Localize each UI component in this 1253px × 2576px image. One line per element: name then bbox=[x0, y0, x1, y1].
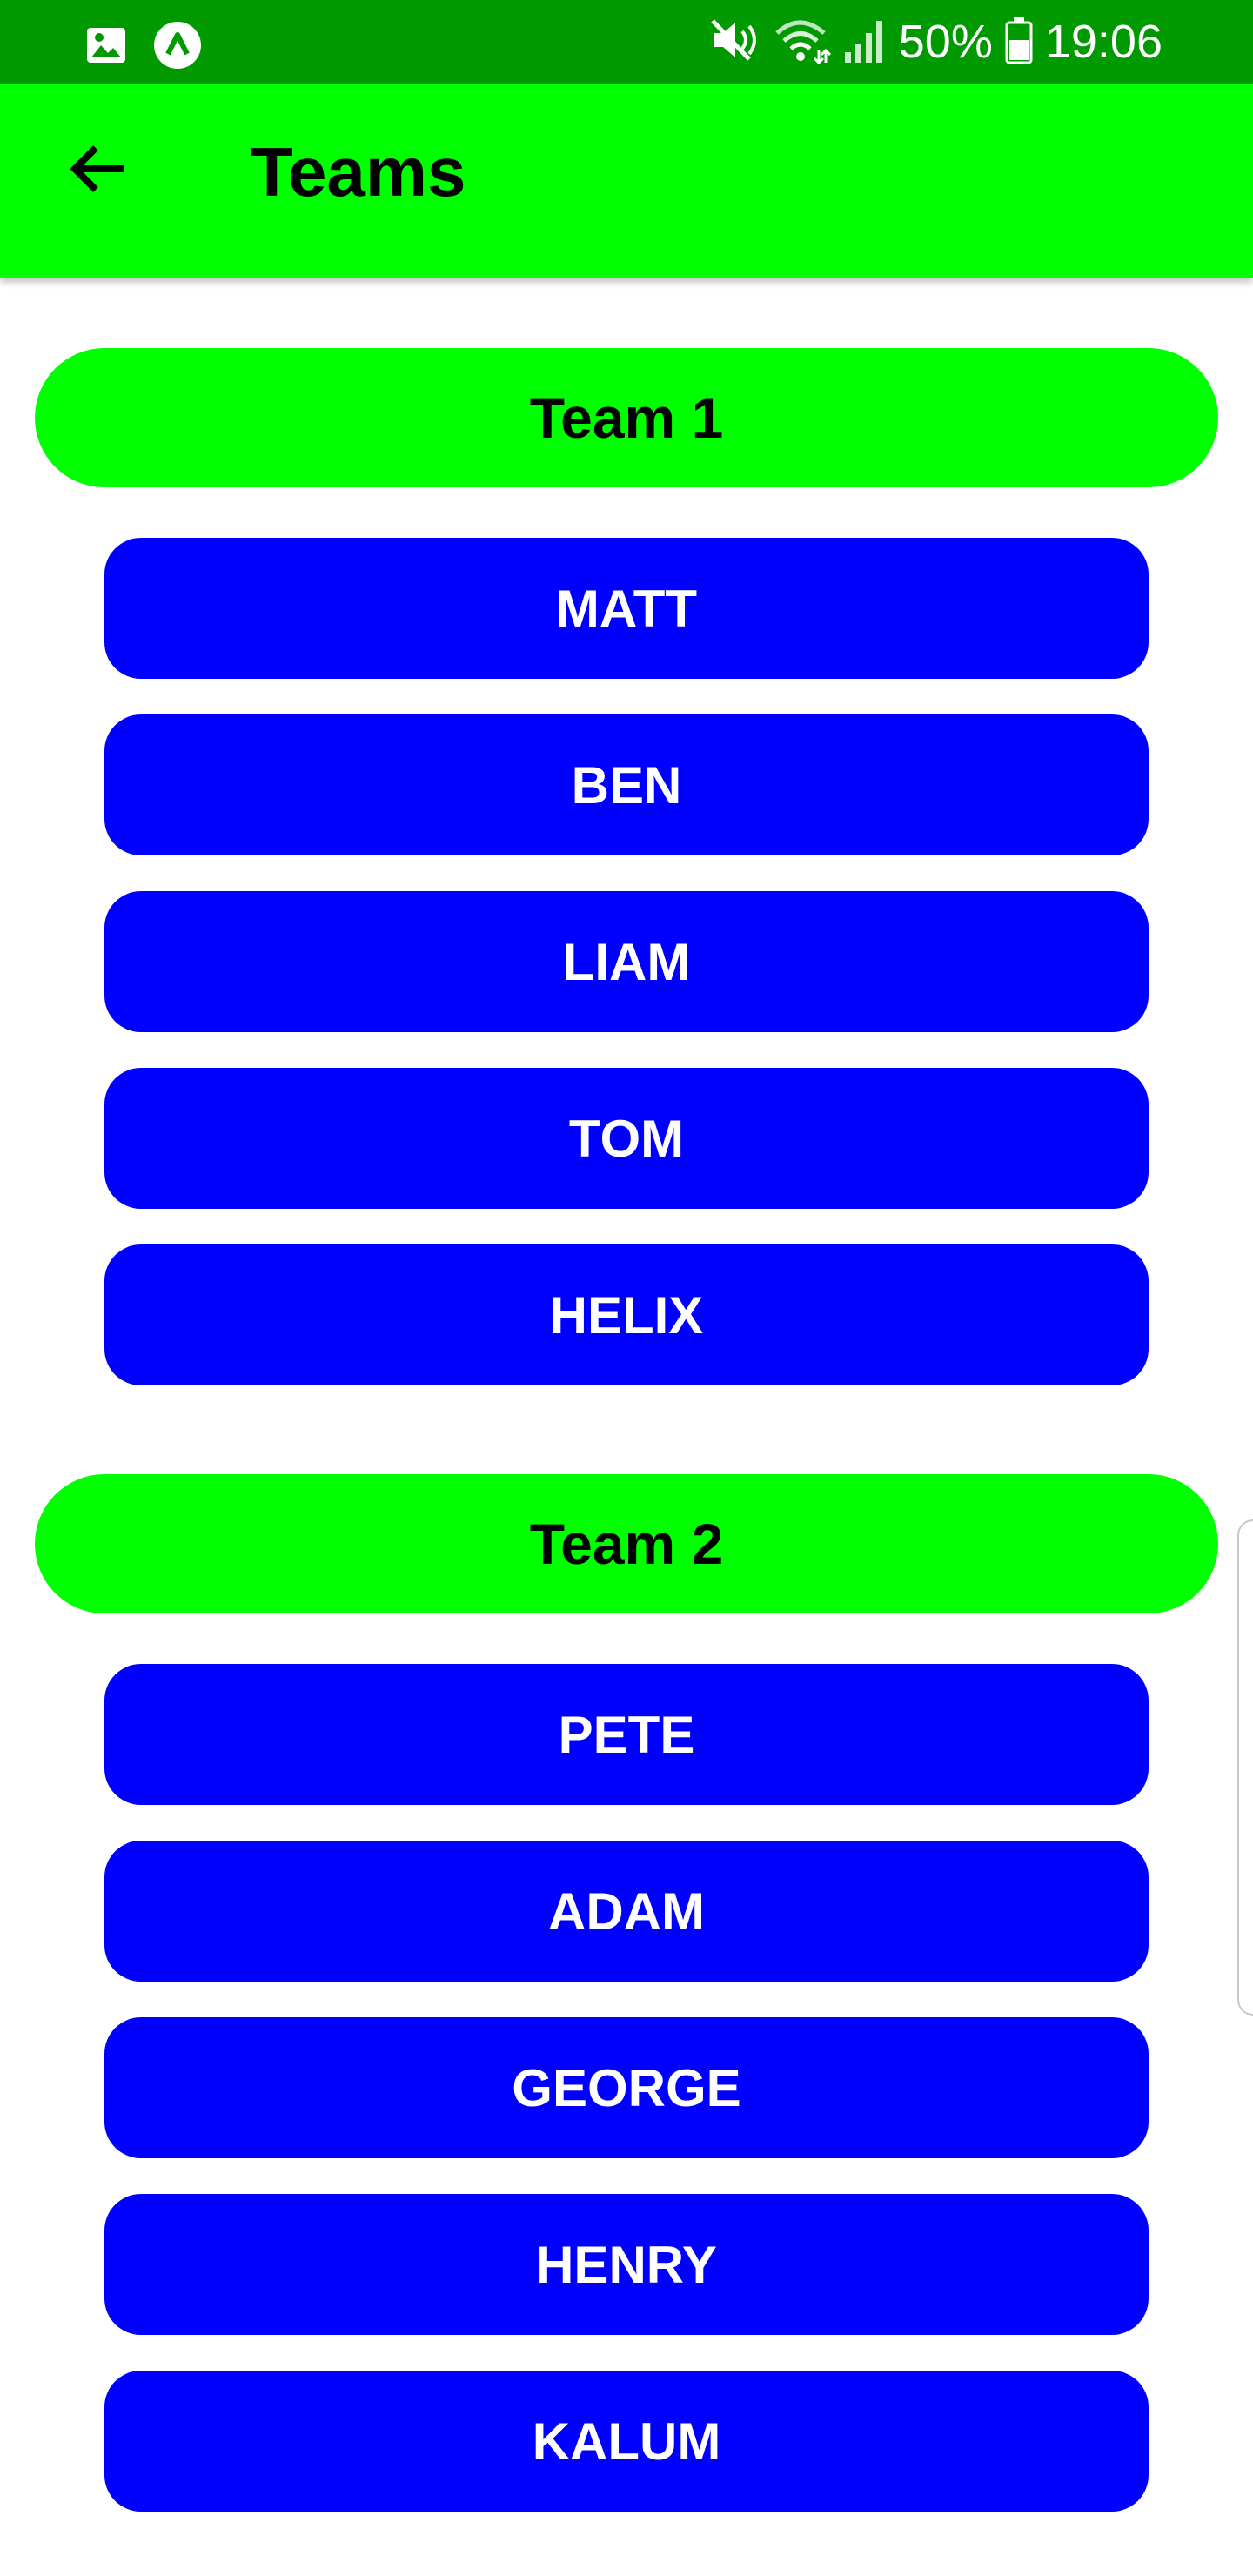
player-button[interactable]: TOM bbox=[104, 1068, 1149, 1209]
player-button[interactable]: LIAM bbox=[104, 891, 1149, 1032]
gallery-icon bbox=[85, 24, 127, 70]
team-header: Team 1 bbox=[35, 348, 1218, 487]
team-header: Team 2 bbox=[35, 1474, 1218, 1613]
player-button[interactable]: HELIX bbox=[104, 1244, 1149, 1385]
player-button[interactable]: GEORGE bbox=[104, 2017, 1149, 2158]
player-button[interactable]: BEN bbox=[104, 714, 1149, 855]
wifi-icon bbox=[774, 16, 831, 69]
battery-icon bbox=[1005, 16, 1033, 69]
arrow-back-icon bbox=[66, 138, 129, 205]
player-button[interactable]: HENRY bbox=[104, 2194, 1149, 2335]
player-button[interactable]: ADAM bbox=[104, 1841, 1149, 1982]
clock: 19:06 bbox=[1044, 16, 1163, 68]
battery-percent: 50% bbox=[898, 16, 993, 68]
app-bar: Teams bbox=[0, 84, 1253, 278]
back-button[interactable] bbox=[54, 127, 141, 214]
mute-icon bbox=[709, 16, 761, 69]
app-a-icon bbox=[153, 21, 202, 74]
status-right-icons: 50% 19:06 bbox=[709, 16, 1163, 68]
status-left-icons bbox=[85, 21, 202, 74]
player-button[interactable]: PETE bbox=[104, 1664, 1149, 1805]
player-button[interactable]: KALUM bbox=[104, 2371, 1149, 2512]
cell-signal-icon bbox=[843, 16, 887, 69]
player-button[interactable]: MATT bbox=[104, 538, 1149, 679]
status-bar: 50% 19:06 bbox=[0, 0, 1253, 84]
scrollbar[interactable] bbox=[1237, 1519, 1253, 2016]
page-title: Teams bbox=[251, 133, 466, 211]
